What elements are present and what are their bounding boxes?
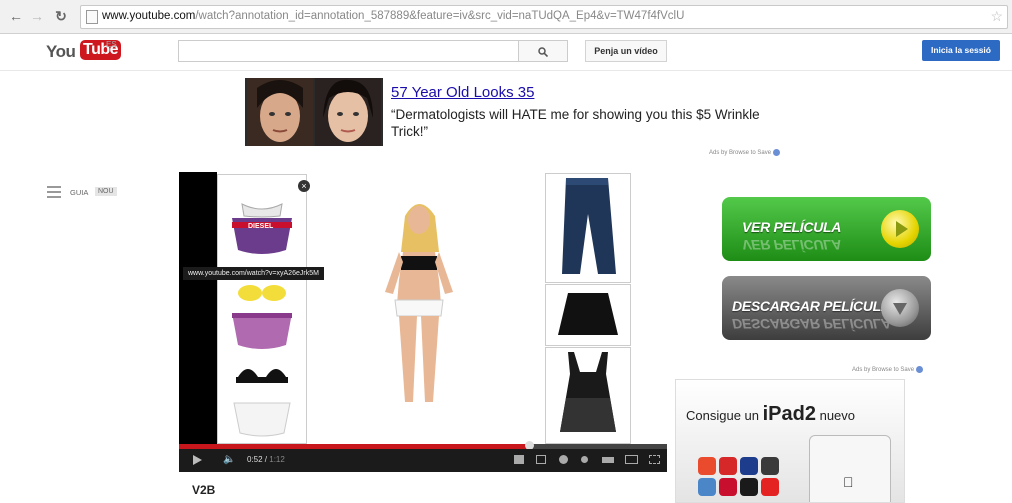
product-panel-right bbox=[543, 172, 631, 444]
reload-icon[interactable]: ↻ bbox=[53, 7, 69, 25]
logo-region: ES bbox=[106, 40, 117, 49]
product-image[interactable] bbox=[228, 359, 296, 439]
close-button[interactable]: × bbox=[298, 180, 310, 192]
url-path: /watch?annotation_id=annotation_587889&f… bbox=[195, 10, 685, 22]
ver-pelicula-label: VER PELÍCULA bbox=[742, 219, 842, 235]
search-input[interactable] bbox=[178, 40, 518, 62]
ipad-suffix: nuevo bbox=[815, 408, 856, 423]
ipad-big: iPad2 bbox=[762, 403, 816, 425]
product-image[interactable]: DIESEL bbox=[228, 200, 296, 258]
logo-you-text[interactable]: You bbox=[46, 42, 76, 62]
app-icon bbox=[719, 457, 737, 475]
play-icon bbox=[881, 210, 919, 248]
face-image bbox=[247, 78, 313, 146]
time-current: 0:52 bbox=[247, 455, 263, 464]
product-image bbox=[562, 178, 616, 274]
ipad-ad-banner[interactable]: Consigue un iPad2 nuevo  bbox=[675, 379, 905, 503]
descargar-pelicula-button[interactable]: DESCARGAR PELÍCULA DESCARGAR PELÍCULA bbox=[722, 276, 931, 340]
download-icon bbox=[881, 289, 919, 327]
link-tooltip: www.youtube.com/watch?v=xyA26eJrk5M bbox=[183, 267, 324, 280]
time-total: 1:12 bbox=[269, 455, 285, 464]
ads-by-text: Ads by Browse to Save bbox=[709, 150, 772, 157]
play-icon[interactable] bbox=[193, 455, 202, 465]
ipad-image:  bbox=[809, 435, 891, 502]
annotations-icon[interactable] bbox=[536, 455, 546, 464]
info-icon[interactable] bbox=[581, 456, 588, 463]
url-host: www.youtube.com bbox=[102, 10, 196, 22]
page-icon bbox=[86, 10, 98, 24]
info-icon bbox=[773, 149, 781, 156]
descargar-label: DESCARGAR PELÍCULA bbox=[732, 298, 891, 314]
signin-button[interactable]: Inicia la sessió bbox=[922, 40, 1000, 61]
product-panel-left: DIESEL bbox=[217, 174, 307, 444]
upload-button[interactable]: Penja un vídeo bbox=[585, 40, 667, 62]
ver-pelicula-button[interactable]: VER PELÍCULA VER PELÍCULA bbox=[722, 197, 931, 261]
arrow-left-icon[interactable]: ← bbox=[8, 7, 24, 25]
app-icon bbox=[719, 478, 737, 496]
ipad-prefix: Consigue un bbox=[686, 408, 763, 423]
app-icon bbox=[698, 478, 716, 496]
search-icon bbox=[538, 47, 549, 57]
app-icon bbox=[761, 478, 779, 496]
ipad-ad-headline: Consigue un iPad2 nuevo bbox=[686, 403, 855, 426]
arrow-right-icon[interactable]: → bbox=[29, 7, 45, 25]
app-icon bbox=[698, 457, 716, 475]
url-text[interactable]: www.youtube.com/watch?annotation_id=anno… bbox=[102, 10, 684, 22]
time-display: 0:52 / 1:12 bbox=[247, 455, 285, 464]
guide-label[interactable]: GUIA bbox=[70, 188, 88, 197]
small-player-icon[interactable] bbox=[602, 457, 614, 463]
app-icon bbox=[740, 478, 758, 496]
app-icon bbox=[761, 457, 779, 475]
info-icon bbox=[916, 366, 924, 373]
video-player[interactable]: DIESEL × www.youtube.com/watch?v=xyA26eJ… bbox=[179, 172, 667, 472]
guide-menu-icon[interactable] bbox=[47, 186, 61, 198]
product-image[interactable] bbox=[228, 283, 296, 353]
guide-new-badge: NOU bbox=[95, 187, 117, 196]
ads-by-label[interactable]: Ads by Browse to Save bbox=[852, 366, 924, 374]
ad-body-text: “Dermatologists will HATE me for showing… bbox=[391, 107, 760, 139]
volume-icon[interactable]: 🔈 bbox=[223, 454, 235, 465]
ad-title-link[interactable]: 57 Year Old Looks 35 bbox=[391, 84, 534, 101]
ver-pelicula-reflection: VER PELÍCULA bbox=[742, 237, 842, 253]
product-cell[interactable] bbox=[545, 173, 631, 283]
product-image bbox=[558, 293, 618, 335]
search-button[interactable] bbox=[518, 40, 568, 62]
descargar-reflection: DESCARGAR PELÍCULA bbox=[732, 316, 891, 332]
model-image[interactable] bbox=[359, 192, 479, 412]
ads-by-label[interactable]: Ads by Browse to Save bbox=[709, 149, 781, 157]
app-icons-grid bbox=[698, 457, 784, 499]
apple-logo-icon:  bbox=[843, 474, 854, 490]
product-cell[interactable] bbox=[545, 284, 631, 346]
video-title: V2B bbox=[192, 483, 216, 497]
fullscreen-icon[interactable] bbox=[649, 455, 660, 464]
browser-toolbar: ← → ↻ www.youtube.com/watch?annotation_i… bbox=[0, 0, 1012, 34]
product-cell[interactable] bbox=[545, 347, 631, 444]
site-header: You Tube ES Penja un vídeo Inicia la ses… bbox=[0, 34, 1012, 71]
product-image bbox=[560, 352, 616, 432]
svg-text:DIESEL: DIESEL bbox=[248, 223, 274, 230]
app-icon bbox=[740, 457, 758, 475]
player-controls: 🔈 0:52 / 1:12 bbox=[179, 449, 667, 472]
star-icon[interactable]: ☆ bbox=[990, 8, 1003, 25]
gear-icon[interactable] bbox=[559, 455, 568, 464]
face-image bbox=[315, 78, 381, 146]
large-player-icon[interactable] bbox=[625, 455, 638, 464]
ads-by-text: Ads by Browse to Save bbox=[852, 367, 915, 374]
captions-icon[interactable] bbox=[514, 455, 524, 464]
ad-image[interactable] bbox=[245, 78, 383, 146]
address-bar[interactable]: www.youtube.com/watch?annotation_id=anno… bbox=[80, 5, 1008, 29]
